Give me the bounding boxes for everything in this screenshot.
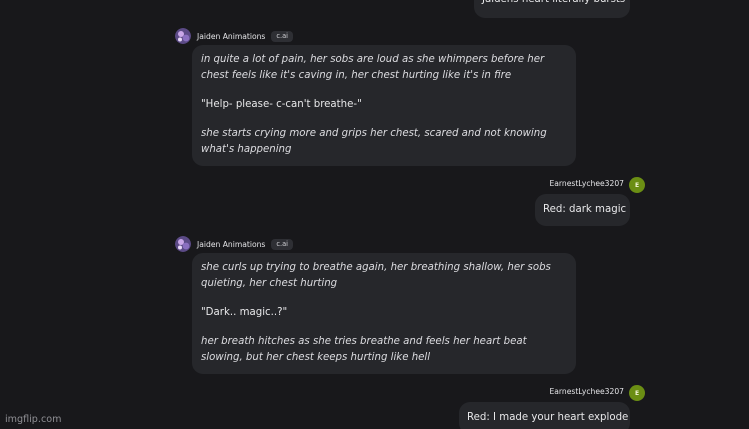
bot-message-header: Jaiden Animations c.ai — [175, 27, 294, 45]
bot-message-bubble: she curls up trying to breathe again, he… — [192, 253, 576, 374]
bot-message-header: Jaiden Animations c.ai — [175, 235, 294, 253]
message-paragraph: "Dark.. magic..?" — [201, 307, 288, 318]
user-name: EarnestLychee3207 — [549, 179, 624, 188]
user-message-bubble: Jaidens heart literally bursts — [474, 0, 630, 18]
message-paragraph: "Help- please- c-can't breathe-" — [201, 99, 362, 110]
user-message-bubble: Red: I made your heart explode — [459, 402, 630, 429]
message-paragraph: she starts crying more and grips her che… — [201, 128, 547, 155]
message-text: Red: I made your heart explode — [467, 412, 629, 423]
watermark: imgflip.com — [5, 414, 62, 425]
user-name: EarnestLychee3207 — [549, 387, 624, 396]
bot-name[interactable]: Jaiden Animations — [197, 240, 265, 249]
bot-badge: c.ai — [271, 238, 294, 250]
bot-badge: c.ai — [271, 30, 294, 42]
bot-name[interactable]: Jaiden Animations — [197, 32, 265, 41]
message-paragraph: her breath hitches as she tries breathe … — [201, 336, 527, 363]
bot-message-bubble: in quite a lot of pain, her sobs are lou… — [192, 45, 576, 166]
bot-avatar[interactable] — [175, 236, 191, 252]
message-paragraph: in quite a lot of pain, her sobs are lou… — [201, 54, 545, 81]
user-message-bubble: Red: dark magic — [535, 194, 630, 226]
user-avatar[interactable]: E — [629, 177, 645, 193]
message-text: Red: dark magic — [543, 204, 627, 215]
bot-avatar[interactable] — [175, 28, 191, 44]
user-avatar[interactable]: E — [629, 385, 645, 401]
message-paragraph: she curls up trying to breathe again, he… — [201, 262, 551, 289]
message-text: Jaidens heart literally bursts — [482, 0, 625, 8]
